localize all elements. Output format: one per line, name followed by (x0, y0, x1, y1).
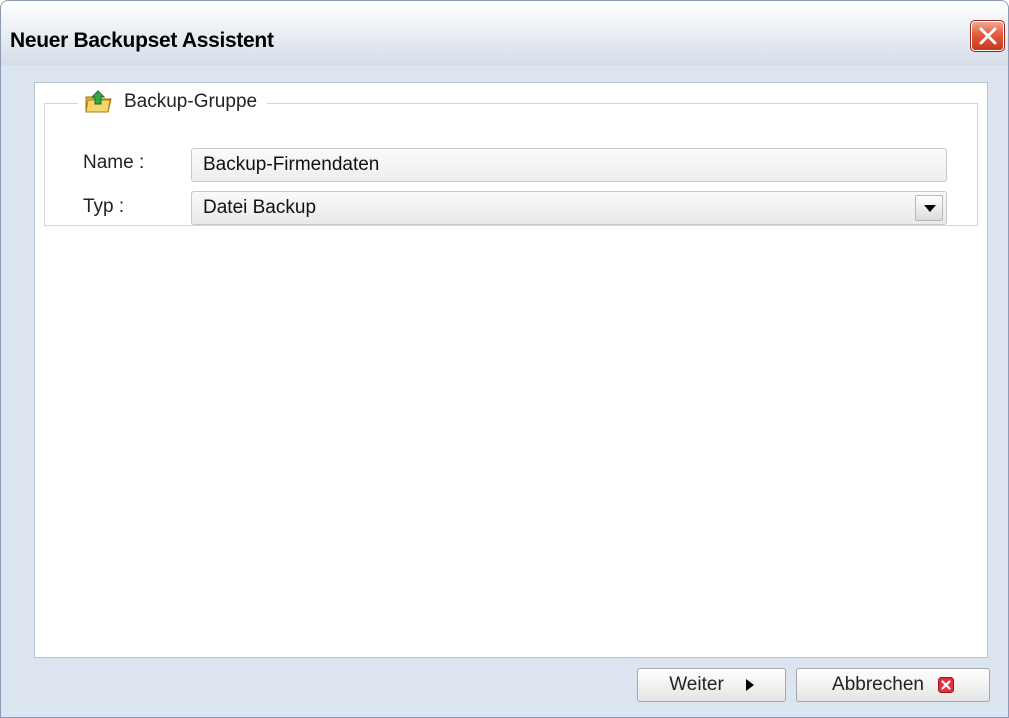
title-bar[interactable]: Neuer Backupset Assistent (1, 1, 1008, 65)
type-label: Typ : (83, 196, 125, 217)
next-button[interactable]: Weiter (637, 668, 786, 702)
group-legend-label: Backup-Gruppe (124, 91, 258, 112)
name-input[interactable] (191, 148, 947, 182)
arrow-right-icon (745, 679, 754, 691)
next-button-label: Weiter (669, 674, 724, 695)
cancel-icon (937, 677, 954, 693)
backup-group-box: Backup-Gruppe Name : Typ : Datei Backup (44, 88, 978, 226)
cancel-button-label: Abbrechen (832, 674, 924, 695)
name-label: Name : (83, 152, 145, 173)
window-title: Neuer Backupset Assistent (10, 29, 274, 52)
content-panel: Backup-Gruppe Name : Typ : Datei Backup (34, 82, 988, 658)
cancel-button[interactable]: Abbrechen (796, 668, 990, 702)
dropdown-button[interactable] (915, 195, 943, 221)
group-legend: Backup-Gruppe (78, 88, 268, 116)
wizard-window: Neuer Backupset Assistent Backup-Gruppe … (0, 0, 1009, 718)
chevron-down-icon (924, 205, 936, 212)
type-select-value: Datei Backup (203, 197, 317, 218)
folder-icon (84, 89, 114, 115)
close-icon (979, 27, 997, 45)
type-select[interactable]: Datei Backup (191, 191, 947, 225)
close-button[interactable] (970, 20, 1005, 52)
